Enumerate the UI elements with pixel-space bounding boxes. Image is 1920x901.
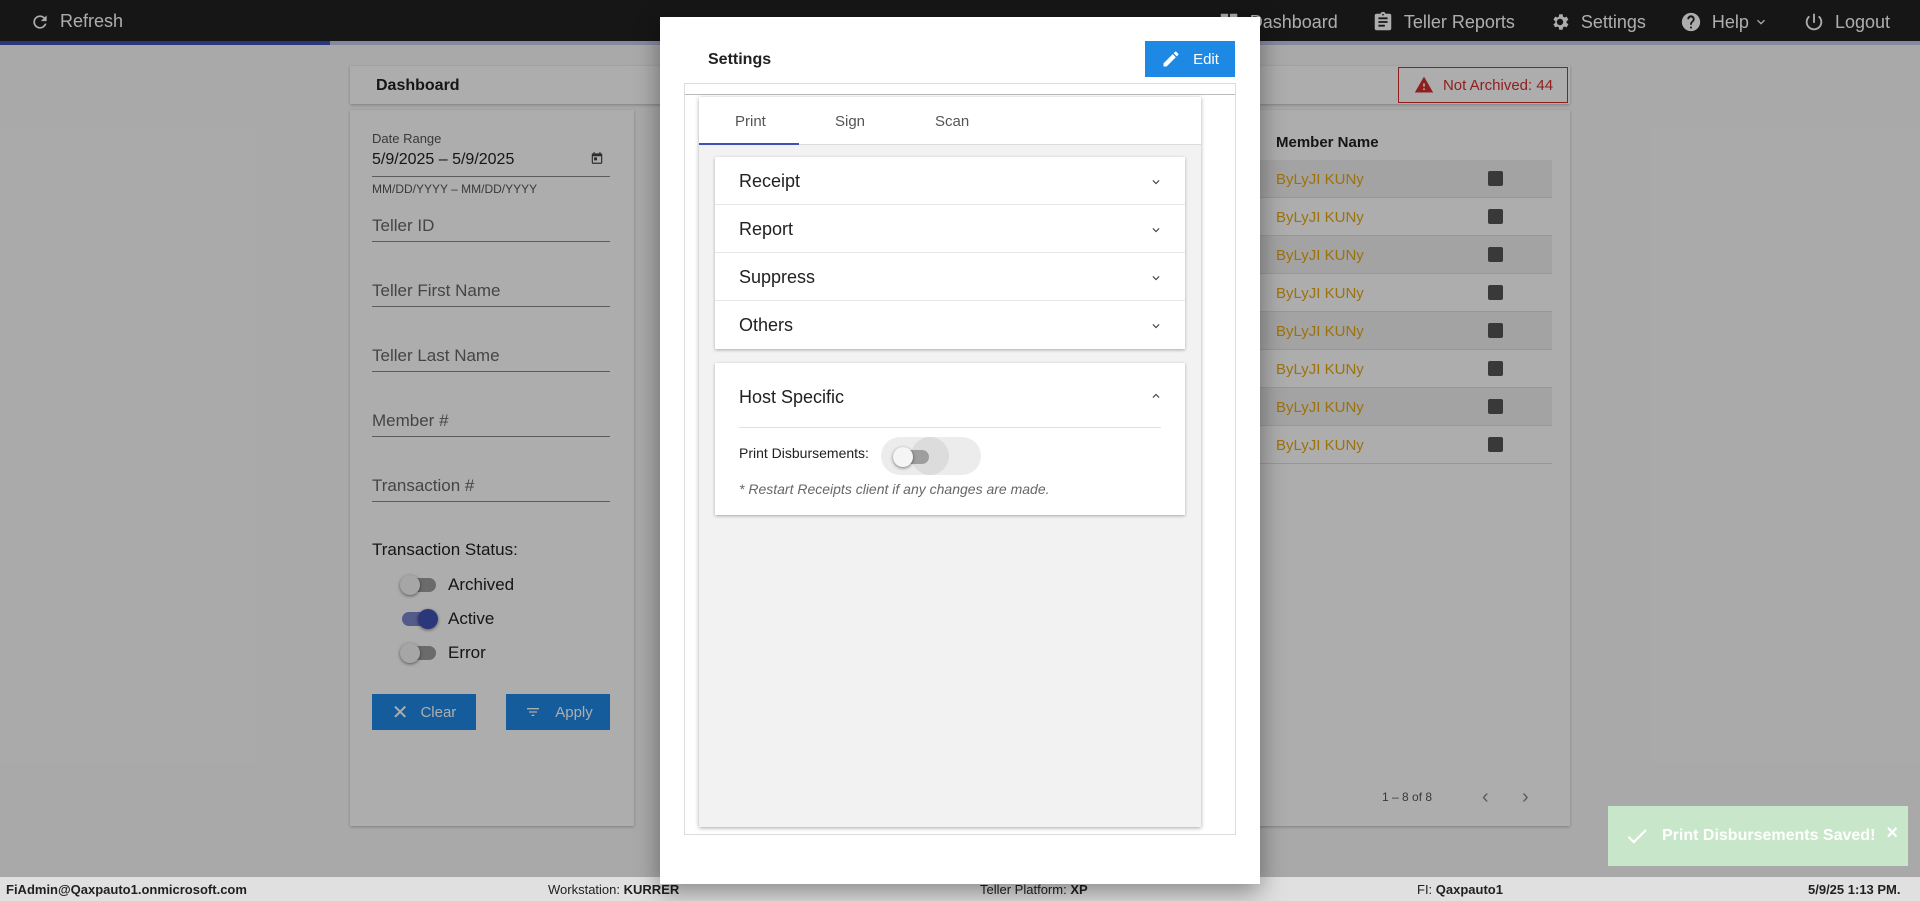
print-sections-accordion: Receipt Report Suppress Others <box>715 157 1185 349</box>
platform-value: XP <box>1070 882 1088 897</box>
status-workstation: Workstation: KURRER <box>548 882 679 897</box>
host-specific-divider <box>739 427 1161 428</box>
tab-print[interactable]: Print <box>735 113 766 130</box>
success-toast: Print Disbursements Saved! × <box>1608 806 1908 866</box>
toast-message: Print Disbursements Saved! <box>1662 827 1876 844</box>
edit-label: Edit <box>1193 50 1219 68</box>
settings-panel: Print Sign Scan Receipt Report Suppress … <box>699 97 1201 827</box>
restart-note: * Restart Receipts client if any changes… <box>739 481 1050 497</box>
section-suppress[interactable]: Suppress <box>715 253 1185 301</box>
host-specific-title[interactable]: Host Specific <box>739 387 844 408</box>
section-receipt[interactable]: Receipt <box>715 157 1185 205</box>
section-others[interactable]: Others <box>715 301 1185 349</box>
chevron-down-icon <box>1152 276 1160 281</box>
host-specific-section: Host Specific Print Disbursements: * Res… <box>715 363 1185 515</box>
section-receipt-label: Receipt <box>739 171 801 191</box>
pencil-icon <box>1163 51 1179 67</box>
toast-close-button[interactable]: × <box>1886 822 1898 845</box>
settings-dialog: Settings Edit Print Sign Scan Receipt Re… <box>660 17 1260 884</box>
chevron-down-icon <box>1152 228 1160 233</box>
status-user: FiAdmin@Qaxpauto1.onmicrosoft.com <box>6 882 247 897</box>
section-report[interactable]: Report <box>715 205 1185 253</box>
dialog-title: Settings <box>708 51 772 68</box>
settings-tabs: Print Sign Scan <box>699 97 1201 145</box>
tab-sign[interactable]: Sign <box>835 113 865 130</box>
section-report-label: Report <box>739 219 794 239</box>
chevron-down-icon <box>1152 324 1160 329</box>
tab-scan[interactable]: Scan <box>935 113 969 130</box>
section-others-label: Others <box>739 315 794 335</box>
status-datetime: 5/9/25 1:13 PM. <box>1808 882 1901 897</box>
print-disbursements-label: Print Disbursements: <box>739 445 869 461</box>
workstation-value: KURRER <box>623 882 680 897</box>
section-suppress-label: Suppress <box>739 267 816 287</box>
edit-button[interactable]: Edit <box>1145 41 1235 77</box>
check-icon <box>1627 829 1647 844</box>
status-platform: Teller Platform: XP <box>980 882 1088 897</box>
fi-value: Qaxpauto1 <box>1435 882 1503 897</box>
active-tab-indicator <box>699 143 799 145</box>
chevron-up-icon[interactable] <box>1149 389 1163 403</box>
platform-label: Teller Platform: <box>980 882 1067 897</box>
workstation-label: Workstation: <box>548 882 621 897</box>
status-fi: FI: Qaxpauto1 <box>1417 882 1503 897</box>
print-disbursements-toggle[interactable] <box>893 447 929 467</box>
chevron-down-icon <box>1152 180 1160 185</box>
fi-label: FI: <box>1417 882 1433 897</box>
